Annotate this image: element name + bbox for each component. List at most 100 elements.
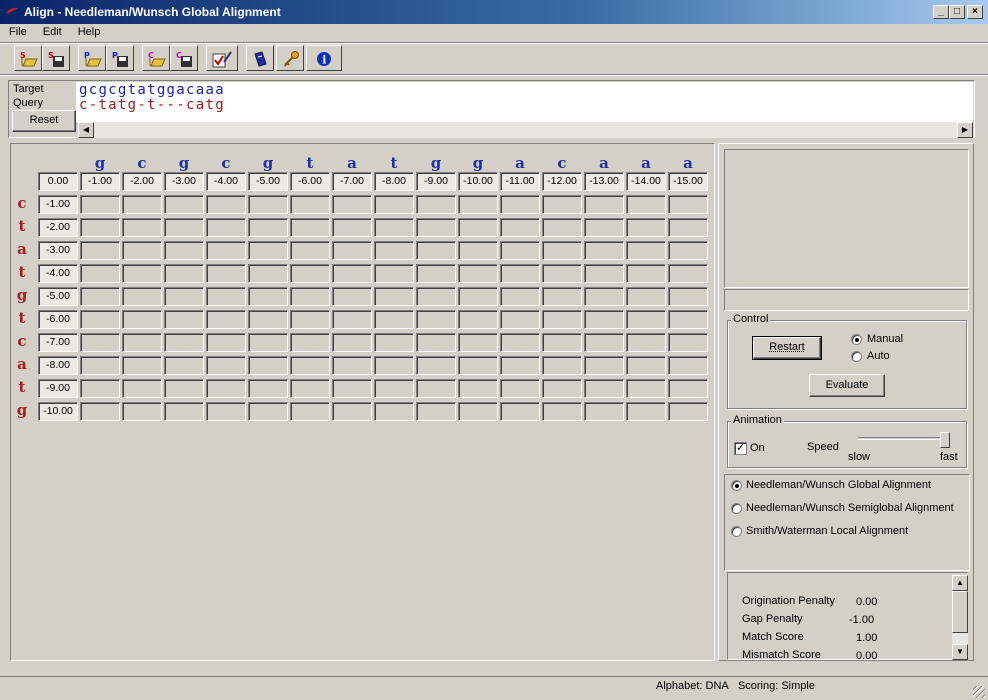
matrix-cell[interactable]	[80, 356, 120, 375]
matrix-cell[interactable]	[374, 356, 414, 375]
matrix-cell[interactable]	[248, 241, 288, 260]
matrix-cell[interactable]	[164, 241, 204, 260]
matrix-cell[interactable]	[80, 310, 120, 329]
menu-edit[interactable]: Edit	[34, 24, 69, 38]
animation-on-checkbox[interactable]: ✓	[734, 442, 747, 455]
matrix-cell[interactable]	[458, 356, 498, 375]
matrix-cell[interactable]	[332, 333, 372, 352]
matrix-cell[interactable]	[206, 241, 246, 260]
matrix-cell[interactable]	[122, 333, 162, 352]
matrix-cell[interactable]	[500, 264, 540, 283]
matrix-cell[interactable]	[248, 287, 288, 306]
matrix-cell[interactable]	[668, 241, 708, 260]
matrix-cell[interactable]	[542, 356, 582, 375]
info-button[interactable]: i	[306, 45, 342, 71]
matrix-cell[interactable]	[122, 287, 162, 306]
matrix-cell[interactable]	[500, 379, 540, 398]
matrix-cell[interactable]	[500, 333, 540, 352]
matrix-cell[interactable]	[122, 195, 162, 214]
matrix-cell[interactable]	[668, 379, 708, 398]
matrix-cell[interactable]	[206, 264, 246, 283]
matrix-cell[interactable]	[248, 402, 288, 421]
matrix-cell[interactable]	[206, 402, 246, 421]
matrix-cell[interactable]	[164, 264, 204, 283]
matrix-cell[interactable]	[668, 310, 708, 329]
matrix-cell[interactable]	[458, 379, 498, 398]
matrix-cell[interactable]	[206, 379, 246, 398]
auto-radio[interactable]	[851, 351, 862, 362]
matrix-cell[interactable]	[500, 241, 540, 260]
close-button[interactable]: ×	[967, 5, 983, 19]
matrix-cell[interactable]	[416, 356, 456, 375]
matrix-cell[interactable]	[248, 218, 288, 237]
matrix-cell[interactable]	[80, 241, 120, 260]
matrix-cell[interactable]	[332, 356, 372, 375]
algorithm-radio-local[interactable]	[731, 526, 742, 537]
menu-file[interactable]: File	[0, 24, 34, 38]
matrix-cell[interactable]	[542, 287, 582, 306]
scroll-right-arrow-icon[interactable]: ▶	[957, 122, 973, 138]
matrix-cell[interactable]	[206, 218, 246, 237]
matrix-cell[interactable]	[626, 402, 666, 421]
matrix-cell[interactable]	[290, 356, 330, 375]
matrix-cell[interactable]	[458, 333, 498, 352]
matrix-cell[interactable]	[122, 356, 162, 375]
restart-button[interactable]: Restart	[752, 336, 822, 360]
matrix-cell[interactable]	[80, 402, 120, 421]
matrix-cell[interactable]	[668, 264, 708, 283]
matrix-cell[interactable]	[248, 195, 288, 214]
matrix-cell[interactable]	[542, 218, 582, 237]
matrix-cell[interactable]	[332, 287, 372, 306]
matrix-cell[interactable]	[290, 218, 330, 237]
matrix-cell[interactable]	[668, 333, 708, 352]
matrix-cell[interactable]	[374, 379, 414, 398]
matrix-cell[interactable]	[374, 241, 414, 260]
matrix-cell[interactable]	[122, 241, 162, 260]
matrix-cell[interactable]	[122, 218, 162, 237]
matrix-cell[interactable]	[542, 195, 582, 214]
matrix-cell[interactable]	[416, 402, 456, 421]
manual-radio[interactable]	[851, 334, 862, 345]
matrix-cell[interactable]	[374, 264, 414, 283]
matrix-cell[interactable]	[290, 195, 330, 214]
matrix-cell[interactable]	[626, 310, 666, 329]
matrix-cell[interactable]	[584, 310, 624, 329]
matrix-cell[interactable]	[626, 379, 666, 398]
matrix-cell[interactable]	[164, 356, 204, 375]
matrix-cell[interactable]	[584, 379, 624, 398]
matrix-cell[interactable]	[206, 310, 246, 329]
matrix-cell[interactable]	[290, 379, 330, 398]
menu-help[interactable]: Help	[69, 24, 108, 38]
matrix-cell[interactable]	[626, 287, 666, 306]
matrix-cell[interactable]	[542, 402, 582, 421]
matrix-cell[interactable]	[248, 333, 288, 352]
matrix-cell[interactable]	[500, 195, 540, 214]
algorithm-radio-global[interactable]	[731, 480, 742, 491]
matrix-cell[interactable]	[374, 333, 414, 352]
matrix-cell[interactable]	[584, 402, 624, 421]
matrix-cell[interactable]	[416, 241, 456, 260]
matrix-cell[interactable]	[500, 310, 540, 329]
matrix-cell[interactable]	[290, 264, 330, 283]
matrix-cell[interactable]	[332, 264, 372, 283]
matrix-cell[interactable]	[164, 195, 204, 214]
matrix-cell[interactable]	[542, 310, 582, 329]
matrix-cell[interactable]	[668, 287, 708, 306]
matrix-cell[interactable]	[626, 241, 666, 260]
evaluate-button[interactable]: Evaluate	[809, 374, 885, 397]
matrix-cell[interactable]	[542, 379, 582, 398]
key-button[interactable]	[276, 45, 304, 71]
matrix-cell[interactable]	[122, 310, 162, 329]
matrix-cell[interactable]	[626, 264, 666, 283]
matrix-cell[interactable]	[626, 356, 666, 375]
matrix-cell[interactable]	[584, 241, 624, 260]
matrix-cell[interactable]	[416, 195, 456, 214]
matrix-cell[interactable]	[626, 195, 666, 214]
matrix-cell[interactable]	[416, 264, 456, 283]
matrix-cell[interactable]	[206, 333, 246, 352]
open-config-c-button[interactable]: C	[142, 45, 170, 71]
matrix-cell[interactable]	[80, 218, 120, 237]
matrix-cell[interactable]	[374, 195, 414, 214]
edit-checklist-button[interactable]	[206, 45, 238, 71]
matrix-cell[interactable]	[500, 356, 540, 375]
